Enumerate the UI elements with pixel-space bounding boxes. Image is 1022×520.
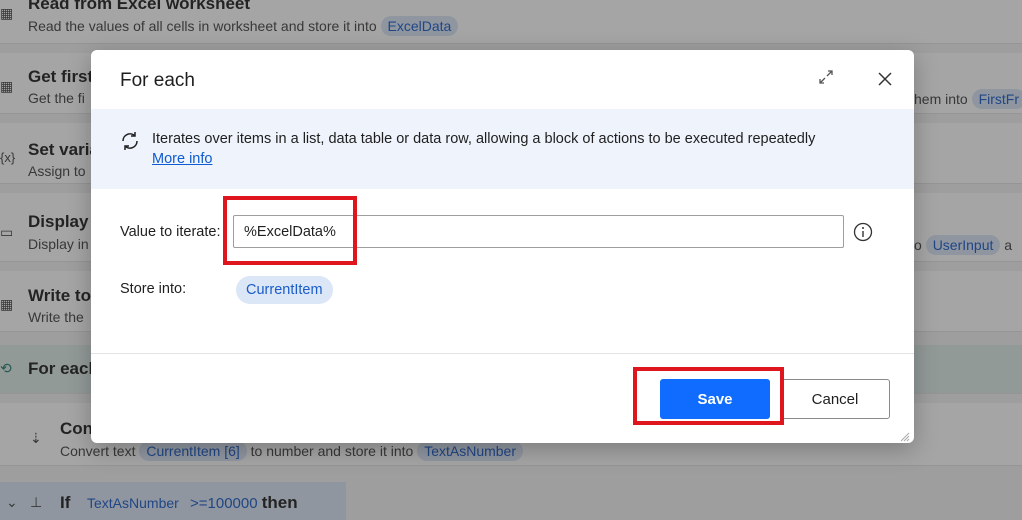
loop-icon: [119, 130, 141, 152]
for-each-dialog: For each Iterates over items in a list, …: [91, 50, 914, 443]
store-into-variable[interactable]: CurrentItem: [236, 276, 333, 304]
info-circle-icon[interactable]: [853, 222, 873, 242]
footer-divider: [91, 353, 914, 354]
value-to-iterate-input[interactable]: [233, 215, 844, 248]
resize-grip-icon[interactable]: [900, 429, 910, 442]
expand-icon[interactable]: [817, 68, 835, 90]
more-info-link[interactable]: More info: [152, 151, 212, 167]
info-description: Iterates over items in a list, data tabl…: [152, 131, 816, 147]
close-icon[interactable]: [874, 67, 896, 91]
cancel-button[interactable]: Cancel: [780, 379, 890, 419]
save-button[interactable]: Save: [660, 379, 770, 419]
info-banner: [91, 109, 914, 189]
dialog-title: For each: [120, 70, 195, 91]
value-to-iterate-label: Value to iterate:: [120, 224, 221, 240]
store-into-label: Store into:: [120, 281, 187, 297]
